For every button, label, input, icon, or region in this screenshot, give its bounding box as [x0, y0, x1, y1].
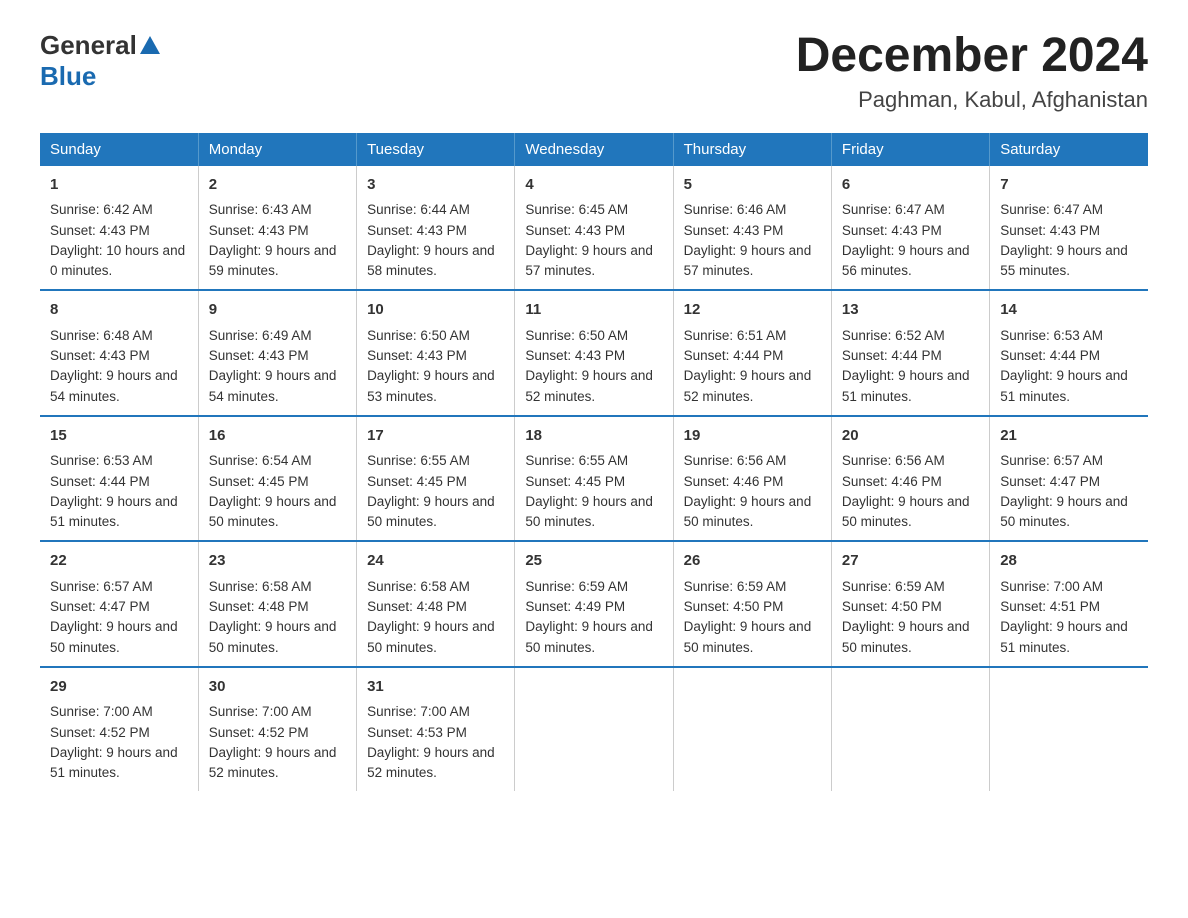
day-number: 26	[684, 550, 821, 573]
day-number: 16	[209, 425, 346, 448]
calendar-cell	[831, 667, 989, 792]
day-number: 17	[367, 425, 504, 448]
calendar-cell: 4Sunrise: 6:45 AMSunset: 4:43 PMDaylight…	[515, 166, 673, 291]
day-of-week-header: Monday	[198, 133, 356, 166]
day-number: 24	[367, 550, 504, 573]
calendar-body: 1Sunrise: 6:42 AMSunset: 4:43 PMDaylight…	[40, 166, 1148, 792]
calendar-cell: 14Sunrise: 6:53 AMSunset: 4:44 PMDayligh…	[990, 290, 1148, 416]
calendar-cell	[990, 667, 1148, 792]
day-number: 27	[842, 550, 979, 573]
day-number: 4	[525, 174, 662, 197]
logo-general-text: General	[40, 30, 137, 61]
calendar-cell: 31Sunrise: 7:00 AMSunset: 4:53 PMDayligh…	[357, 667, 515, 792]
calendar-cell: 2Sunrise: 6:43 AMSunset: 4:43 PMDaylight…	[198, 166, 356, 291]
day-number: 31	[367, 676, 504, 699]
calendar-cell: 12Sunrise: 6:51 AMSunset: 4:44 PMDayligh…	[673, 290, 831, 416]
day-number: 18	[525, 425, 662, 448]
page-title: December 2024	[796, 30, 1148, 83]
calendar-cell: 1Sunrise: 6:42 AMSunset: 4:43 PMDaylight…	[40, 166, 198, 291]
calendar-cell: 26Sunrise: 6:59 AMSunset: 4:50 PMDayligh…	[673, 541, 831, 667]
calendar-cell: 13Sunrise: 6:52 AMSunset: 4:44 PMDayligh…	[831, 290, 989, 416]
day-number: 29	[50, 676, 188, 699]
logo: General Blue	[40, 30, 160, 92]
day-of-week-header: Sunday	[40, 133, 198, 166]
day-number: 15	[50, 425, 188, 448]
calendar-cell: 20Sunrise: 6:56 AMSunset: 4:46 PMDayligh…	[831, 416, 989, 542]
calendar-cell	[515, 667, 673, 792]
calendar-cell: 5Sunrise: 6:46 AMSunset: 4:43 PMDaylight…	[673, 166, 831, 291]
calendar-cell: 25Sunrise: 6:59 AMSunset: 4:49 PMDayligh…	[515, 541, 673, 667]
day-number: 20	[842, 425, 979, 448]
day-number: 1	[50, 174, 188, 197]
calendar-cell: 16Sunrise: 6:54 AMSunset: 4:45 PMDayligh…	[198, 416, 356, 542]
day-number: 19	[684, 425, 821, 448]
title-block: December 2024 Paghman, Kabul, Afghanista…	[796, 30, 1148, 113]
page-subtitle: Paghman, Kabul, Afghanistan	[796, 87, 1148, 113]
calendar-cell: 9Sunrise: 6:49 AMSunset: 4:43 PMDaylight…	[198, 290, 356, 416]
day-number: 21	[1000, 425, 1138, 448]
calendar-cell: 28Sunrise: 7:00 AMSunset: 4:51 PMDayligh…	[990, 541, 1148, 667]
day-number: 14	[1000, 299, 1138, 322]
day-number: 8	[50, 299, 188, 322]
calendar-cell: 29Sunrise: 7:00 AMSunset: 4:52 PMDayligh…	[40, 667, 198, 792]
calendar-cell: 23Sunrise: 6:58 AMSunset: 4:48 PMDayligh…	[198, 541, 356, 667]
day-number: 9	[209, 299, 346, 322]
calendar-cell: 21Sunrise: 6:57 AMSunset: 4:47 PMDayligh…	[990, 416, 1148, 542]
day-number: 13	[842, 299, 979, 322]
calendar-cell: 19Sunrise: 6:56 AMSunset: 4:46 PMDayligh…	[673, 416, 831, 542]
day-number: 23	[209, 550, 346, 573]
day-number: 22	[50, 550, 188, 573]
calendar-cell: 30Sunrise: 7:00 AMSunset: 4:52 PMDayligh…	[198, 667, 356, 792]
day-number: 12	[684, 299, 821, 322]
calendar-cell: 10Sunrise: 6:50 AMSunset: 4:43 PMDayligh…	[357, 290, 515, 416]
calendar-cell	[673, 667, 831, 792]
day-number: 5	[684, 174, 821, 197]
calendar-cell: 11Sunrise: 6:50 AMSunset: 4:43 PMDayligh…	[515, 290, 673, 416]
day-number: 11	[525, 299, 662, 322]
calendar-week-row: 15Sunrise: 6:53 AMSunset: 4:44 PMDayligh…	[40, 416, 1148, 542]
day-number: 30	[209, 676, 346, 699]
calendar-cell: 6Sunrise: 6:47 AMSunset: 4:43 PMDaylight…	[831, 166, 989, 291]
logo-blue-text: Blue	[40, 61, 96, 91]
calendar-cell: 17Sunrise: 6:55 AMSunset: 4:45 PMDayligh…	[357, 416, 515, 542]
calendar-week-row: 1Sunrise: 6:42 AMSunset: 4:43 PMDaylight…	[40, 166, 1148, 291]
calendar-table: SundayMondayTuesdayWednesdayThursdayFrid…	[40, 133, 1148, 792]
calendar-header: SundayMondayTuesdayWednesdayThursdayFrid…	[40, 133, 1148, 166]
calendar-week-row: 29Sunrise: 7:00 AMSunset: 4:52 PMDayligh…	[40, 667, 1148, 792]
page-header: General Blue December 2024 Paghman, Kabu…	[40, 30, 1148, 113]
day-number: 28	[1000, 550, 1138, 573]
calendar-cell: 24Sunrise: 6:58 AMSunset: 4:48 PMDayligh…	[357, 541, 515, 667]
logo-triangle-icon	[140, 36, 160, 54]
calendar-week-row: 8Sunrise: 6:48 AMSunset: 4:43 PMDaylight…	[40, 290, 1148, 416]
day-of-week-header: Friday	[831, 133, 989, 166]
day-of-week-header: Tuesday	[357, 133, 515, 166]
calendar-cell: 7Sunrise: 6:47 AMSunset: 4:43 PMDaylight…	[990, 166, 1148, 291]
day-number: 3	[367, 174, 504, 197]
calendar-cell: 18Sunrise: 6:55 AMSunset: 4:45 PMDayligh…	[515, 416, 673, 542]
calendar-cell: 22Sunrise: 6:57 AMSunset: 4:47 PMDayligh…	[40, 541, 198, 667]
calendar-cell: 15Sunrise: 6:53 AMSunset: 4:44 PMDayligh…	[40, 416, 198, 542]
calendar-cell: 3Sunrise: 6:44 AMSunset: 4:43 PMDaylight…	[357, 166, 515, 291]
day-number: 10	[367, 299, 504, 322]
calendar-cell: 8Sunrise: 6:48 AMSunset: 4:43 PMDaylight…	[40, 290, 198, 416]
day-number: 25	[525, 550, 662, 573]
day-number: 7	[1000, 174, 1138, 197]
day-of-week-header: Thursday	[673, 133, 831, 166]
header-row: SundayMondayTuesdayWednesdayThursdayFrid…	[40, 133, 1148, 166]
calendar-cell: 27Sunrise: 6:59 AMSunset: 4:50 PMDayligh…	[831, 541, 989, 667]
day-number: 6	[842, 174, 979, 197]
day-of-week-header: Saturday	[990, 133, 1148, 166]
day-of-week-header: Wednesday	[515, 133, 673, 166]
day-number: 2	[209, 174, 346, 197]
calendar-week-row: 22Sunrise: 6:57 AMSunset: 4:47 PMDayligh…	[40, 541, 1148, 667]
